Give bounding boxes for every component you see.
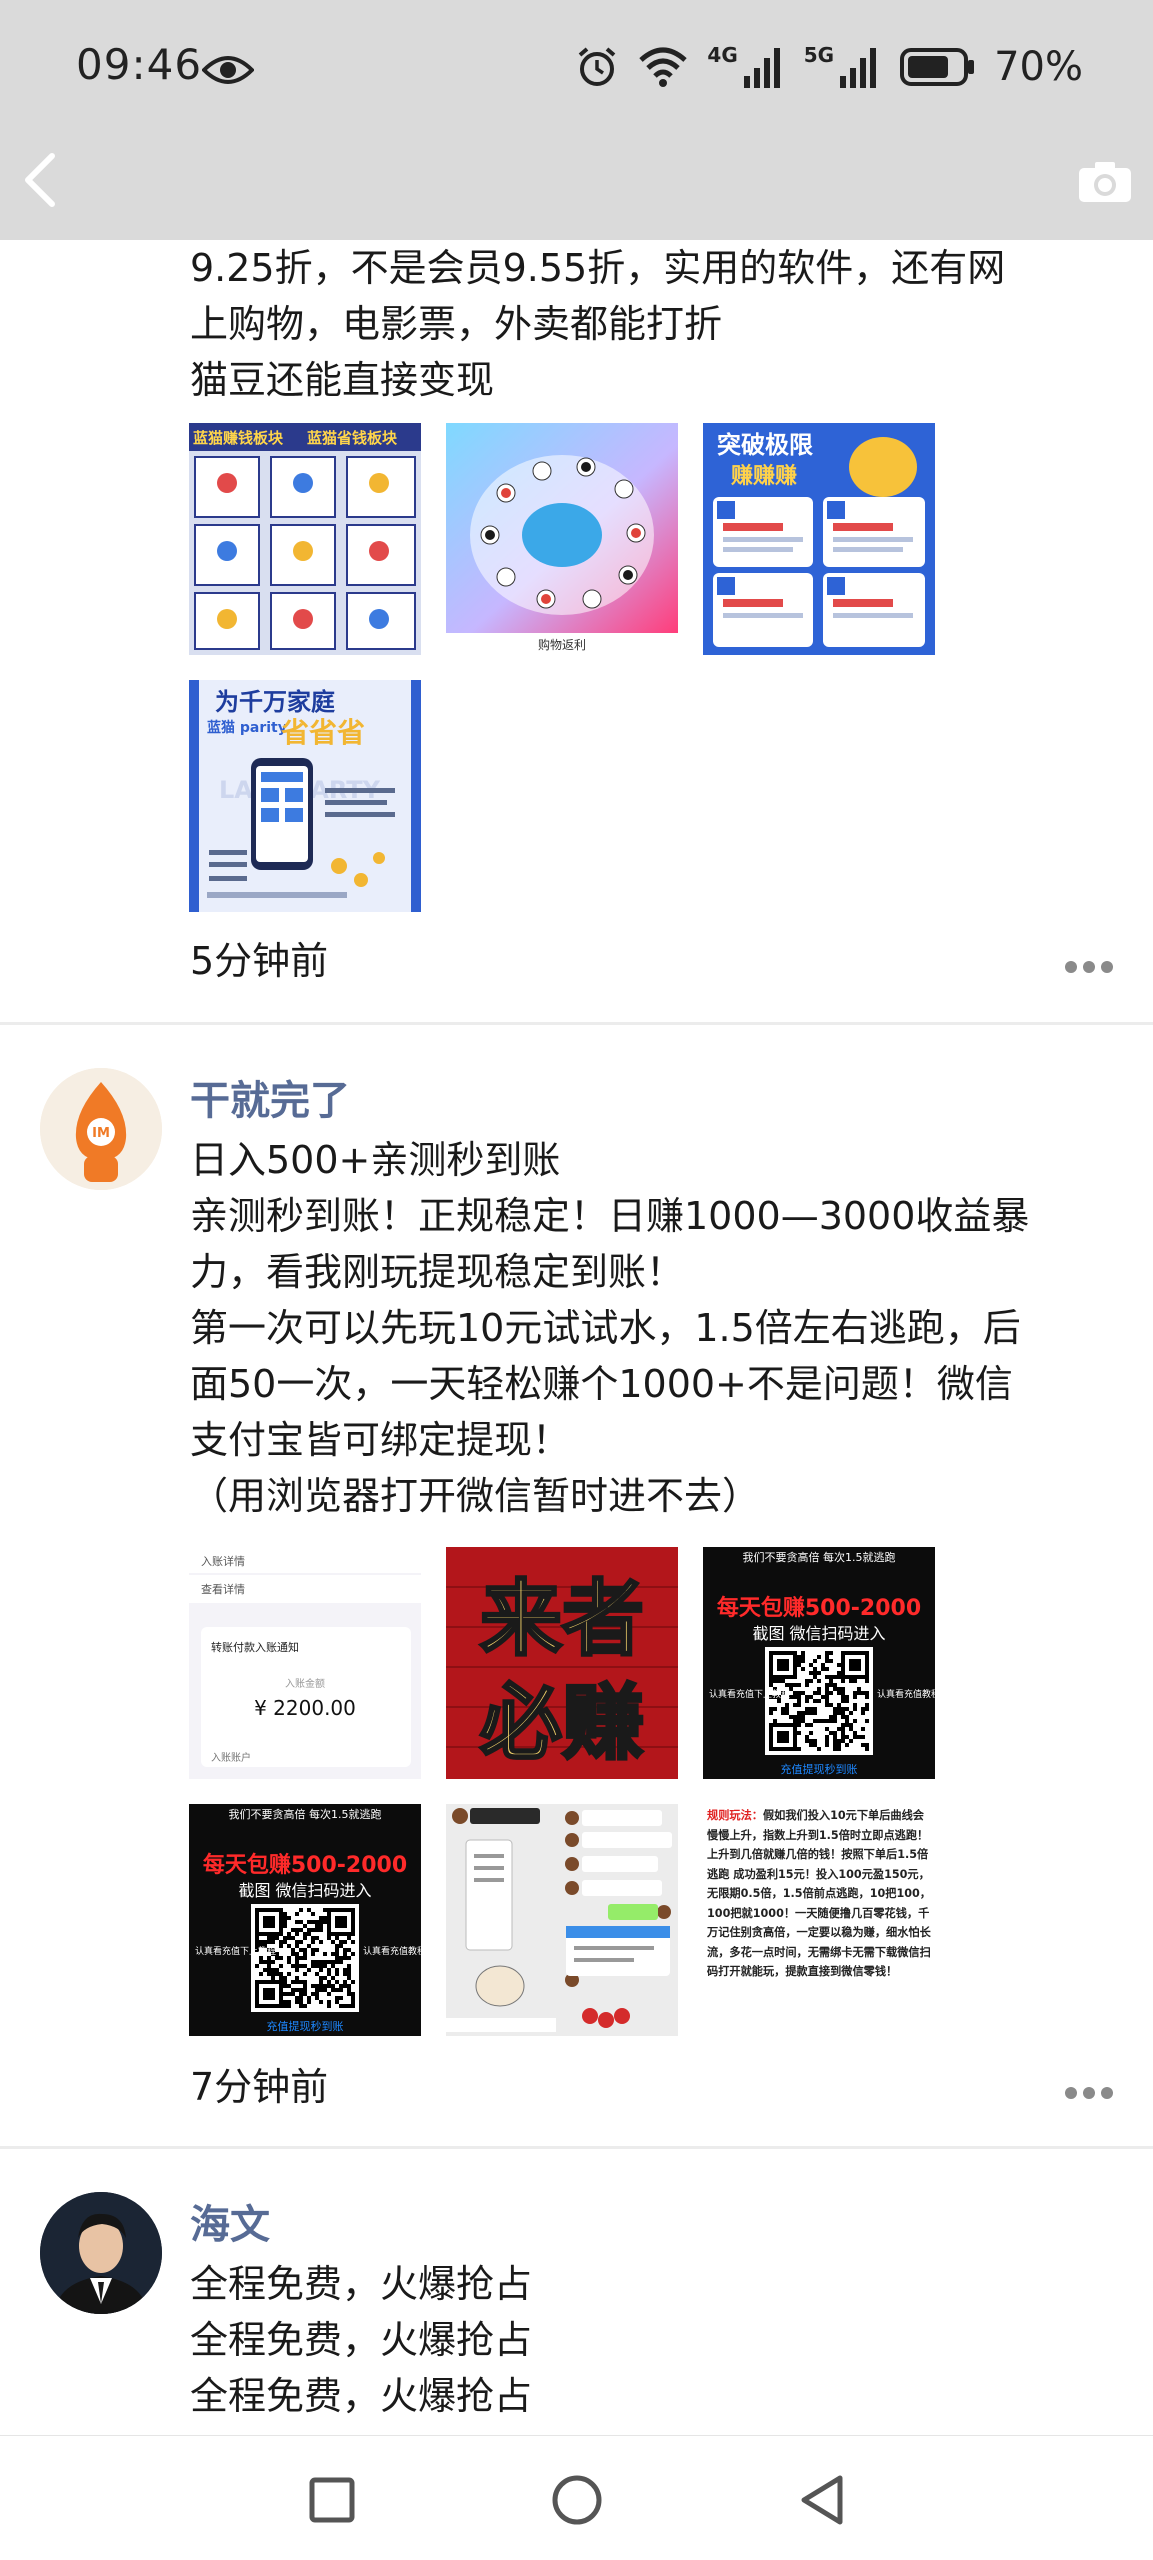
post-divider xyxy=(0,1022,1153,1025)
text-line: 全程免费，火爆抢占 xyxy=(190,2318,533,2362)
post-2-time: 7分钟前 xyxy=(190,2065,329,2109)
image-label: 查看详情 xyxy=(201,1582,245,1596)
post-2-image-5[interactable] xyxy=(446,1804,678,2036)
text-line: 面50一次，一天轻松赚个1000+不是问题！微信 xyxy=(190,1362,1013,1406)
post-3-text: 全程免费，火爆抢占 全程免费，火爆抢占 全程免费，火爆抢占 xyxy=(190,2256,1110,2424)
chevron-left-icon[interactable] xyxy=(20,150,60,210)
post-2-image-4[interactable]: 我们不要贪高倍 每次1.5就逃跑 每天包赚500-2000 截图 微信扫码进入 … xyxy=(189,1804,421,2036)
battery-icon xyxy=(900,48,975,86)
image-label: 充值提现秒到账 xyxy=(781,1762,858,1776)
image-label: 认真看充值教程 xyxy=(877,1688,935,1700)
post-1-image-2[interactable]: 购物返利 xyxy=(446,423,678,655)
triangle-back-icon[interactable] xyxy=(782,2460,862,2540)
image-label: 充值提现秒到账 xyxy=(267,2019,344,2033)
image-label: 认真看充值下上教程 xyxy=(195,1945,276,1957)
text-line: 9.25折，不是会员9.55折，实用的软件，还有网 xyxy=(190,246,1006,290)
text-line: 亲测秒到账！正规稳定！日赚1000—3000收益暴 xyxy=(190,1194,1030,1238)
image-label: 突破极限 xyxy=(717,431,813,459)
moments-feed[interactable]: 9.25折，不是会员9.55折，实用的软件，还有网 上购物，电影票，外卖都能打折… xyxy=(0,240,1153,2435)
image-label: 入账金额 xyxy=(285,1677,325,1690)
image-label: ¥ 2200.00 xyxy=(254,1696,356,1720)
more-options-icon[interactable] xyxy=(1063,2084,1115,2102)
eye-icon xyxy=(202,56,254,84)
image-label: 入账账户 xyxy=(211,1751,251,1764)
image-label: 省省省 xyxy=(281,716,365,749)
post-2-image-6[interactable]: 规则玩法：假如我们投入10元下单后曲线会慢慢上升，指数上升到1.5倍时立即点逃跑… xyxy=(703,1804,935,2036)
square-icon[interactable] xyxy=(292,2460,372,2540)
post-1-time: 5分钟前 xyxy=(190,939,329,983)
post-1-image-1[interactable]: 蓝猫赚钱板块 蓝猫省钱板块 xyxy=(189,423,421,655)
post-1-text: 9.25折，不是会员9.55折，实用的软件，还有网 上购物，电影票，外卖都能打折… xyxy=(190,240,1110,408)
image-label: 每天包赚500-2000 xyxy=(203,1852,407,1878)
text-line: 支付宝皆可绑定提现！ xyxy=(190,1418,571,1462)
text-line: 猫豆还能直接变现 xyxy=(190,358,495,402)
text-line: 力，看我刚玩提现稳定到账！ xyxy=(190,1250,685,1294)
text-line: 全程免费，火爆抢占 xyxy=(190,2374,533,2418)
camera-icon[interactable] xyxy=(1077,160,1133,204)
image-label: 每天包赚500-2000 xyxy=(717,1595,921,1621)
rules-body: 假如我们投入10元下单后曲线会慢慢上升，指数上升到1.5倍时立即点逃跑！上升到几… xyxy=(707,1809,931,1978)
image-label: 蓝猫 parity xyxy=(207,719,287,736)
image-label: 我们不要贪高倍 每次1.5就逃跑 xyxy=(229,1807,382,1821)
top-bar: 09:46 4G 5G 70% xyxy=(0,0,1153,240)
post-divider xyxy=(0,2146,1153,2149)
post-3-username[interactable]: 海文 xyxy=(190,2192,270,2250)
image-label: 认真看充值下上教程 xyxy=(709,1688,790,1700)
avatar[interactable] xyxy=(40,2192,162,2314)
signal-icon-2 xyxy=(840,48,877,88)
image-label: 截图 微信扫码进入 xyxy=(238,1881,371,1900)
image-label: 赚赚赚 xyxy=(731,463,797,489)
post-2-text: 日入500+亲测秒到账 亲测秒到账！正规稳定！日赚1000—3000收益暴 力，… xyxy=(190,1132,1110,1524)
post-2-image-2[interactable]: 来者 必赚 xyxy=(446,1547,678,1779)
image-caption: 购物返利 xyxy=(538,637,586,652)
text-line: 日入500+亲测秒到账 xyxy=(190,1138,561,1182)
image-label: 转账付款入账通知 xyxy=(211,1640,299,1654)
post-1-image-3[interactable]: 突破极限 赚赚赚 xyxy=(703,423,935,655)
status-time: 09:46 xyxy=(76,40,203,89)
post-2-image-3[interactable]: 我们不要贪高倍 每次1.5就逃跑 每天包赚500-2000 截图 微信扫码进入 … xyxy=(703,1547,935,1779)
status-icons: 4G 5G 70% xyxy=(575,42,1083,92)
text-line: （用浏览器打开微信暂时进不去） xyxy=(190,1474,761,1518)
text-line: 全程免费，火爆抢占 xyxy=(190,2262,533,2306)
text-line: 上购物，电影票，外卖都能打折 xyxy=(190,302,723,346)
avatar[interactable]: IM xyxy=(40,1068,162,1190)
alarm-icon xyxy=(579,47,616,86)
avatar-label: IM xyxy=(92,1126,110,1141)
signal-icon xyxy=(743,48,780,88)
post-1-image-4[interactable]: 为千万家庭 蓝猫 parity 省省省 LAST PARTY xyxy=(189,680,421,912)
text-line: 第一次可以先玩10元试试水，1.5倍左右逃跑，后 xyxy=(190,1306,1021,1350)
image-label: 为千万家庭 xyxy=(215,688,335,716)
status-bar: 09:46 4G 5G 70% xyxy=(0,0,1153,140)
image-label: 蓝猫赚钱板块 xyxy=(193,429,284,447)
network-type-2: 5G xyxy=(803,43,835,67)
rules-text: 规则玩法：假如我们投入10元下单后曲线会慢慢上升，指数上升到1.5倍时立即点逃跑… xyxy=(707,1806,931,1982)
image-label: 认真看充值教程 xyxy=(363,1945,421,1957)
image-label: 必赚 xyxy=(480,1675,644,1771)
system-nav-bar xyxy=(0,2435,1153,2560)
image-label: 来者 xyxy=(480,1571,644,1667)
rules-title: 规则玩法： xyxy=(707,1809,763,1822)
image-label: 入账详情 xyxy=(201,1554,245,1568)
more-options-icon[interactable] xyxy=(1063,958,1115,976)
image-label: 蓝猫省钱板块 xyxy=(307,429,398,447)
post-2-image-1[interactable]: 入账详情 查看详情 转账付款入账通知 入账金额 ¥ 2200.00 入账账户 xyxy=(189,1547,421,1779)
image-label: 我们不要贪高倍 每次1.5就逃跑 xyxy=(743,1550,896,1564)
wifi-icon xyxy=(639,47,688,87)
image-label: 截图 微信扫码进入 xyxy=(752,1624,885,1643)
battery-percent: 70% xyxy=(994,44,1083,90)
circle-icon[interactable] xyxy=(537,2460,617,2540)
network-type-1: 4G xyxy=(707,43,738,67)
post-2-username[interactable]: 干就完了 xyxy=(190,1068,350,1126)
